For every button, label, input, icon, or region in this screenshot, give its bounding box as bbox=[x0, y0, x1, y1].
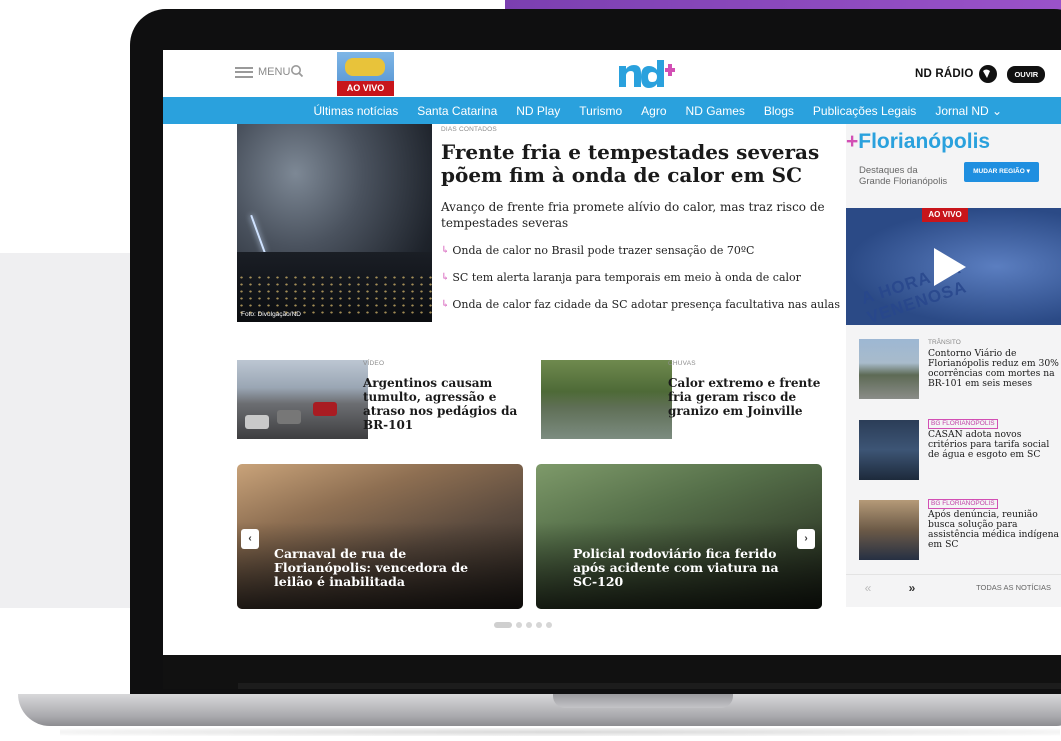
marketing-mockup: MENU AO VIVO ND RÁDIO OUVIR Últimas notí… bbox=[0, 0, 1061, 741]
region-name: Florianópolis bbox=[858, 130, 991, 153]
site-header: MENU AO VIVO ND RÁDIO OUVIR bbox=[163, 50, 1061, 97]
play-icon[interactable] bbox=[934, 248, 966, 286]
main-story-title[interactable]: Frente fria e tempestades severas põem f… bbox=[441, 141, 831, 187]
radio-logo-icon bbox=[979, 65, 998, 83]
nav-item-jornal-nd[interactable]: Jornal ND ⌄ bbox=[926, 104, 1012, 118]
news-title: CASAN adota novos critérios para tarifa … bbox=[928, 429, 1050, 460]
menu-label: MENU bbox=[258, 66, 291, 78]
secondary-kicker: CHUVAS bbox=[668, 360, 696, 367]
news-title: Após denúncia, reunião busca solução par… bbox=[928, 509, 1059, 550]
car-shape bbox=[313, 402, 337, 416]
carousel-dot[interactable] bbox=[536, 622, 542, 628]
carousel-dot-active[interactable] bbox=[494, 622, 512, 628]
pager-next-button[interactable]: » bbox=[890, 581, 934, 595]
carousel-card[interactable]: Policial rodoviário fica ferido após aci… bbox=[536, 464, 822, 609]
video-live-badge: AO VIVO bbox=[922, 208, 968, 222]
lightning-bolt bbox=[250, 214, 266, 254]
news-tag: BG FLORIANÓPOLIS bbox=[928, 419, 998, 429]
story-thumb-flood[interactable] bbox=[541, 360, 672, 439]
carousel-dot[interactable] bbox=[516, 622, 522, 628]
return-arrow-icon: ↳ bbox=[441, 299, 450, 310]
nav-item-ultimas-noticias[interactable]: Últimas notícias bbox=[304, 104, 408, 118]
carousel-card[interactable]: Carnaval de rua de Florianópolis: venced… bbox=[237, 464, 523, 609]
news-tag: TRÂNSITO bbox=[928, 339, 961, 346]
related-link[interactable]: ↳ Onda de calor faz cidade da SC adotar … bbox=[441, 298, 841, 312]
nav-item-nd-play[interactable]: ND Play bbox=[507, 104, 570, 118]
main-story-kicker: DIAS CONTADOS bbox=[441, 126, 497, 133]
listen-button[interactable]: OUVIR bbox=[1007, 65, 1046, 83]
nav-item-blogs[interactable]: Blogs bbox=[754, 104, 803, 118]
story-thumb-traffic[interactable] bbox=[237, 360, 368, 439]
all-news-link[interactable]: TODAS AS NOTÍCIAS bbox=[976, 583, 1051, 592]
sidebar-news-item[interactable]: BG FLORIANÓPOLIS Após denúncia, reunião … bbox=[859, 499, 1059, 562]
city-lights bbox=[237, 274, 432, 314]
pager-prev-button[interactable]: « bbox=[846, 581, 890, 595]
news-thumb-highway bbox=[859, 339, 919, 399]
related-link[interactable]: ↳ SC tem alerta laranja para temporais e… bbox=[441, 271, 841, 285]
carousel-card-title: Policial rodoviário fica ferido após aci… bbox=[573, 546, 779, 589]
sidebar-news-item[interactable]: BG FLORIANÓPOLIS CASAN adota novos crité… bbox=[859, 419, 1059, 482]
region-highlights-label: Destaques da Grande Florianópolis bbox=[859, 165, 948, 187]
secondary-story-title[interactable]: Calor extremo e frente fria geram risco … bbox=[668, 376, 828, 418]
sidebar-pager: « » TODAS AS NOTÍCIAS bbox=[846, 574, 1061, 600]
carousel-dot[interactable] bbox=[526, 622, 532, 628]
region-title: +Florianópolis bbox=[846, 130, 990, 154]
secondary-story-title[interactable]: Argentinos causam tumulto, agressão e at… bbox=[363, 376, 533, 432]
laptop-shadow bbox=[60, 728, 1060, 736]
live-show-promo[interactable]: AO VIVO bbox=[337, 52, 394, 96]
main-story-image[interactable]: Foto: Divulgação/ND bbox=[237, 124, 432, 322]
main-story-subtitle: Avanço de frente fria promete alívio do … bbox=[441, 200, 825, 230]
related-link-text: SC tem alerta laranja para temporais em … bbox=[452, 271, 801, 284]
nav-item-nd-games[interactable]: ND Games bbox=[676, 104, 754, 118]
hamburger-icon bbox=[235, 66, 253, 78]
carousel-prev-button[interactable]: ‹ bbox=[241, 529, 259, 549]
related-link[interactable]: ↳ Onda de calor no Brasil pode trazer se… bbox=[441, 244, 841, 258]
laptop-notch bbox=[553, 694, 733, 708]
image-credit: Foto: Divulgação/ND bbox=[241, 311, 301, 318]
carousel-dots bbox=[494, 622, 552, 628]
car-shape bbox=[245, 415, 269, 429]
regional-sidebar: +Florianópolis Destaques da Grande Flori… bbox=[846, 124, 1061, 607]
news-thumb-meeting bbox=[859, 500, 919, 560]
nav-item-santa-catarina[interactable]: Santa Catarina bbox=[408, 104, 507, 118]
plus-icon: + bbox=[846, 130, 859, 153]
change-region-button[interactable]: MUDAR REGIÃO ▾ bbox=[964, 162, 1039, 182]
carousel-card-title: Carnaval de rua de Florianópolis: venced… bbox=[274, 546, 469, 589]
nav-item-publicacoes-legais[interactable]: Publicações Legais bbox=[803, 104, 925, 118]
carousel-dot[interactable] bbox=[546, 622, 552, 628]
laptop-screen: MENU AO VIVO ND RÁDIO OUVIR Últimas notí… bbox=[163, 50, 1061, 655]
related-link-text: Onda de calor faz cidade da SC adotar pr… bbox=[452, 298, 840, 311]
nav-item-turismo[interactable]: Turismo bbox=[570, 104, 632, 118]
nd-plus-logo[interactable] bbox=[617, 58, 675, 88]
carousel-next-button[interactable]: › bbox=[797, 529, 815, 549]
radio-label: ND RÁDIO bbox=[915, 68, 974, 80]
search-icon[interactable] bbox=[290, 64, 304, 78]
news-thumb-interview bbox=[859, 420, 919, 480]
nav-item-agro[interactable]: Agro bbox=[632, 104, 676, 118]
laptop-deck bbox=[18, 694, 1061, 726]
related-link-text: Onda de calor no Brasil pode trazer sens… bbox=[452, 244, 755, 257]
return-arrow-icon: ↳ bbox=[441, 272, 450, 283]
news-title: Contorno Viário de Florianópolis reduz e… bbox=[928, 348, 1059, 389]
main-nav: Últimas notícias Santa Catarina ND Play … bbox=[163, 97, 1061, 124]
hinge-line bbox=[238, 683, 1061, 689]
car-shape bbox=[277, 410, 301, 424]
live-video-player[interactable]: A HORA DA VENENOSA AO VIVO bbox=[846, 208, 1061, 325]
promo-artwork bbox=[345, 58, 385, 76]
secondary-kicker: VÍDEO bbox=[363, 360, 385, 367]
return-arrow-icon: ↳ bbox=[441, 245, 450, 256]
menu-button[interactable]: MENU bbox=[235, 66, 290, 78]
screen-chin bbox=[163, 655, 1061, 689]
laptop-base bbox=[0, 694, 1061, 741]
promo-live-badge: AO VIVO bbox=[337, 81, 394, 96]
nd-radio-player[interactable]: ND RÁDIO OUVIR bbox=[915, 65, 1046, 83]
sidebar-news-item[interactable]: TRÂNSITO Contorno Viário de Florianópoli… bbox=[859, 339, 1059, 401]
news-tag: BG FLORIANÓPOLIS bbox=[928, 499, 998, 509]
